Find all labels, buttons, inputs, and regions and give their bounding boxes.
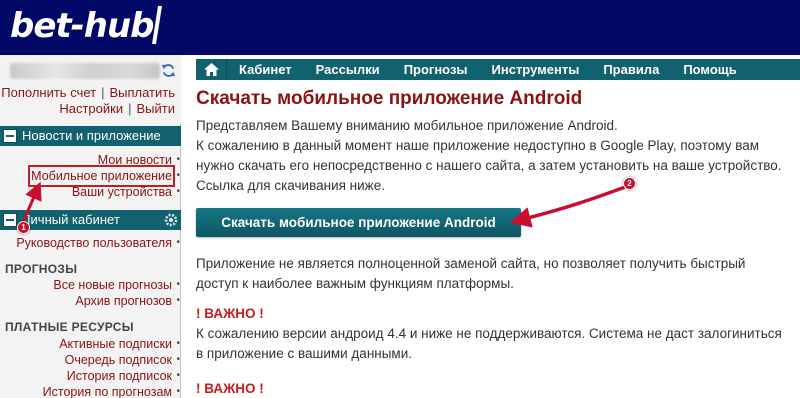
account-links-row1: Пополнить счет | Выплатить bbox=[1, 85, 175, 101]
nav-tools[interactable]: Инструменты bbox=[480, 59, 592, 80]
collapse-icon[interactable] bbox=[3, 129, 17, 143]
nav-help[interactable]: Помощь bbox=[671, 59, 748, 80]
intro-line: Ссылка для скачивания ниже. bbox=[196, 178, 385, 193]
account-panel: Пополнить счет | Выплатить Настройки | Выйти bbox=[0, 55, 181, 123]
intro-line: Представляем Вашему вниманию мобильное п… bbox=[196, 118, 618, 133]
forecasts-heading: ПРОГНОЗЫ bbox=[5, 262, 78, 276]
paid-resources-heading: ПЛАТНЫЕ РЕСУРСЫ bbox=[5, 320, 134, 334]
annotation-marker-1: 1 bbox=[17, 221, 30, 234]
news-section-header[interactable]: Новости и приложение bbox=[0, 126, 181, 146]
warning-line: в приложение с вашими данными. bbox=[196, 346, 413, 361]
site-header: bet-hub bbox=[0, 0, 800, 55]
sidebar-item-subscription-queue[interactable]: Очередь подписок bbox=[65, 352, 181, 368]
note-line: доступ к наиболее важным функциям платфо… bbox=[196, 276, 514, 291]
intro-text: Представляем Вашему вниманию мобильное п… bbox=[196, 116, 796, 196]
settings-link[interactable]: Настройки bbox=[59, 101, 123, 116]
sidebar-item-my-news[interactable]: Мои новости bbox=[98, 152, 180, 168]
news-section-title: Новости и приложение bbox=[22, 128, 161, 143]
top-navigation: Кабинет Рассылки Прогнозы Инструменты Пр… bbox=[196, 59, 800, 80]
sidebar-item-forecast-history[interactable]: История по прогнозам bbox=[43, 384, 181, 398]
sidebar-item-devices[interactable]: Ваши устройства bbox=[72, 184, 180, 200]
sidebar-item-forecast-archive[interactable]: Архив прогнозов bbox=[75, 293, 179, 309]
home-icon bbox=[203, 63, 219, 76]
nav-rules[interactable]: Правила bbox=[591, 59, 671, 80]
sidebar-item-user-guide[interactable]: Руководство пользователя bbox=[16, 235, 179, 251]
nav-forecasts[interactable]: Прогнозы bbox=[392, 59, 480, 80]
username-blurred bbox=[10, 63, 160, 79]
site-logo[interactable]: bet-hub bbox=[10, 6, 155, 46]
sidebar-item-new-forecasts[interactable]: Все новые прогнозы bbox=[53, 277, 179, 293]
warning-text: К сожалению версии андроид 4.4 и ниже не… bbox=[196, 324, 796, 364]
page-title: Скачать мобильное приложение Android bbox=[196, 88, 583, 109]
account-links-row2: Настройки | Выйти bbox=[59, 101, 175, 117]
intro-line: нужно скачать его непосредственно с наше… bbox=[196, 158, 782, 173]
refresh-icon[interactable] bbox=[161, 63, 176, 78]
gear-icon[interactable] bbox=[164, 213, 178, 227]
cabinet-section-title: Личный кабинет bbox=[22, 212, 120, 227]
separator: | bbox=[101, 85, 105, 100]
download-android-button[interactable]: Скачать мобильное приложение Android bbox=[196, 208, 521, 237]
annotation-marker-2: 2 bbox=[623, 177, 636, 190]
important-label-2: ! ВАЖНО ! bbox=[196, 381, 264, 396]
warning-line: К сожалению версии андроид 4.4 и ниже не… bbox=[196, 326, 782, 341]
intro-line: К сожалению в данный момент наше приложе… bbox=[196, 138, 760, 153]
logout-link[interactable]: Выйти bbox=[137, 101, 176, 116]
collapse-icon[interactable] bbox=[3, 213, 17, 227]
important-label: ! ВАЖНО ! bbox=[196, 306, 264, 321]
note-text: Приложение не является полноценной замен… bbox=[196, 254, 796, 294]
sidebar-item-active-subscriptions[interactable]: Активные подписки bbox=[59, 336, 180, 352]
separator: | bbox=[128, 101, 132, 116]
home-button[interactable] bbox=[196, 59, 227, 80]
sidebar-item-subscription-history[interactable]: История подписок bbox=[67, 368, 181, 384]
deposit-link[interactable]: Пополнить счет bbox=[1, 85, 96, 100]
withdraw-link[interactable]: Выплатить bbox=[109, 85, 175, 100]
sidebar-item-mobile-app[interactable]: Мобильное приложение bbox=[28, 165, 180, 187]
note-line: Приложение не является полноценной замен… bbox=[196, 256, 746, 271]
nav-mailings[interactable]: Рассылки bbox=[304, 59, 392, 80]
nav-cabinet[interactable]: Кабинет bbox=[227, 59, 304, 80]
logo-slash-icon bbox=[152, 6, 162, 44]
